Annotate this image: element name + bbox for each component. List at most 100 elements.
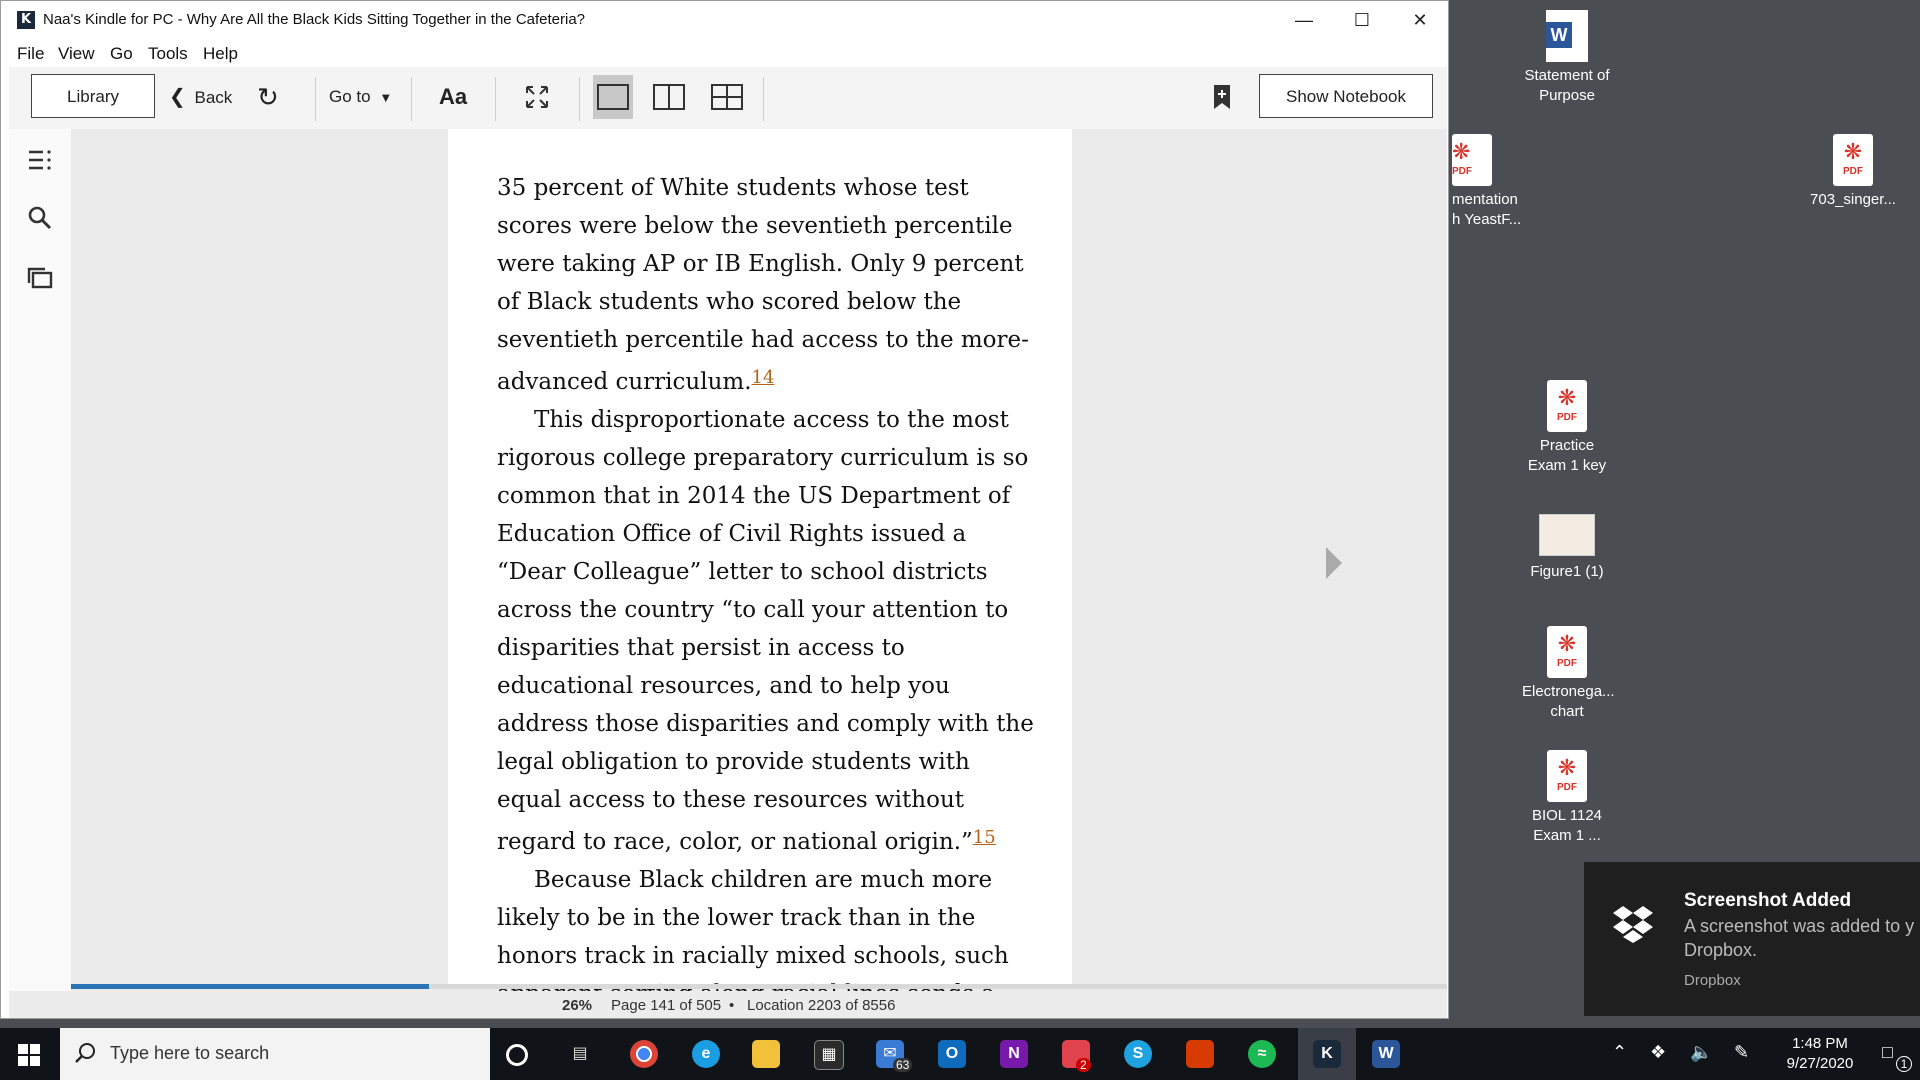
action-center-icon[interactable]: □ <box>1882 1042 1893 1063</box>
toolbar-divider <box>579 77 580 121</box>
skype-icon[interactable]: S <box>1124 1040 1152 1068</box>
image-thumbnail-icon <box>1539 514 1595 556</box>
desktop-icon-statement-of-purpose[interactable]: W Statement of Purpose <box>1522 10 1612 106</box>
table-of-contents-icon[interactable] <box>27 147 53 173</box>
close-button[interactable]: ✕ <box>1391 1 1448 39</box>
office-badge: 2 <box>1076 1058 1091 1072</box>
edge-icon[interactable]: e <box>692 1040 720 1068</box>
notification-body-2: Dropbox. <box>1684 940 1758 960</box>
search-icon <box>75 1043 95 1063</box>
sync-button[interactable]: ↻ <box>257 77 279 117</box>
desktop-icon-electronegativity[interactable]: ❋ PDF Electronega... chart <box>1522 626 1615 722</box>
percent-read: 26% <box>562 997 593 1014</box>
book-text: 35 percent of White students whose test … <box>497 169 1037 1018</box>
paragraph: 35 percent of White students whose test … <box>497 175 1029 395</box>
pdf-file-icon: ❋ PDF <box>1547 380 1587 432</box>
show-notebook-button[interactable]: Show Notebook <box>1259 74 1433 118</box>
word-icon[interactable]: W <box>1372 1040 1400 1068</box>
status-bar: 26% Page 141 of 505 • Location 2203 of 8… <box>9 991 1447 1018</box>
search-icon[interactable] <box>27 205 53 231</box>
window-title: Naa's Kindle for PC - Why Are All the Bl… <box>43 11 586 28</box>
toolbar-divider <box>411 77 412 121</box>
pdf-file-icon: ❋ PDF <box>1833 134 1873 186</box>
grid-view-button[interactable] <box>711 77 743 117</box>
two-page-button[interactable] <box>653 77 685 117</box>
menu-tools[interactable]: Tools <box>148 44 188 64</box>
chevron-left-icon: ❮ <box>169 86 186 108</box>
library-button[interactable]: Library <box>31 74 155 118</box>
dropbox-notification[interactable]: Screenshot Added A screenshot was added … <box>1584 862 1920 1016</box>
font-settings-button[interactable]: Aa <box>439 77 467 117</box>
toolbar-divider <box>495 77 496 121</box>
kindle-icon: K <box>1313 1040 1341 1068</box>
footnote-link[interactable]: 15 <box>973 827 996 848</box>
menu-file[interactable]: File <box>17 44 44 64</box>
menu-view[interactable]: View <box>58 44 95 64</box>
dropbox-tray-icon[interactable]: ❖ <box>1650 1042 1666 1063</box>
windows-start-icon[interactable] <box>18 1044 40 1066</box>
goto-label: Go to <box>329 87 371 106</box>
add-bookmark-button[interactable] <box>1213 77 1231 117</box>
pdf-file-icon: ❋ PDF <box>1547 750 1587 802</box>
title-bar: K Naa's Kindle for PC - Why Are All the … <box>1 1 1448 39</box>
volume-icon[interactable]: 🔈 <box>1690 1042 1712 1063</box>
taskbar: Type here to search ▤ e ▦ ✉ 63 O N 2 S ≈… <box>0 1028 1920 1080</box>
desktop-icon-practice-exam[interactable]: ❋ PDF Practice Exam 1 key <box>1522 380 1612 476</box>
desktop-icon-biol-exam[interactable]: ❋ PDF BIOL 1124 Exam 1 ... <box>1522 750 1612 846</box>
notification-source: Dropbox <box>1684 972 1741 989</box>
menu-go[interactable]: Go <box>110 44 133 64</box>
task-view-icon[interactable]: ▤ <box>566 1040 594 1068</box>
pen-icon[interactable]: ✎ <box>1734 1042 1749 1063</box>
spotify-icon[interactable]: ≈ <box>1248 1040 1276 1068</box>
book-page: 35 percent of White students whose test … <box>448 129 1072 1007</box>
sidebar <box>9 129 71 991</box>
flashcards-icon[interactable] <box>27 265 53 291</box>
desktop-icon-yeast-pdf[interactable]: ❋ PDF mentation h YeastF... <box>1452 134 1520 230</box>
kindle-taskbar-active[interactable]: K <box>1298 1028 1356 1080</box>
pdf-file-icon: ❋ PDF <box>1547 626 1587 678</box>
notification-title: Screenshot Added <box>1684 890 1852 911</box>
reading-progress-bar[interactable] <box>71 984 1447 989</box>
chrome-icon[interactable] <box>630 1040 658 1068</box>
status-separator: • <box>729 997 735 1014</box>
desktop-icon-703-singer[interactable]: ❋ PDF 703_singer... <box>1808 134 1898 210</box>
kindle-app-icon: K <box>17 11 35 29</box>
cortana-icon[interactable] <box>506 1044 528 1066</box>
dropbox-icon <box>1613 906 1653 943</box>
clock-date: 9/27/2020 <box>1786 1055 1854 1072</box>
maximize-button[interactable]: ☐ <box>1333 1 1391 39</box>
footnote-link[interactable]: 14 <box>752 367 775 388</box>
desktop-icon-figure1[interactable]: Figure1 (1) <box>1522 514 1612 582</box>
outlook-icon[interactable]: O <box>938 1040 966 1068</box>
bookmark-add-icon <box>1214 85 1230 109</box>
two-page-icon <box>653 84 685 110</box>
notification-body: A screenshot was added to y <box>1684 916 1915 936</box>
fullscreen-button[interactable] <box>525 77 549 117</box>
taskbar-search-box[interactable]: Type here to search <box>60 1028 490 1080</box>
word-document-icon: W <box>1546 10 1588 62</box>
office-icon[interactable] <box>1186 1040 1214 1068</box>
chevron-down-icon: ▼ <box>379 90 393 105</box>
reading-progress-fill <box>71 984 429 989</box>
show-hidden-icons-chevron-icon[interactable]: ⌃ <box>1612 1042 1627 1063</box>
sync-icon: ↻ <box>257 82 279 112</box>
file-explorer-icon[interactable] <box>752 1040 780 1068</box>
reading-area: 35 percent of White students whose test … <box>71 129 1447 1007</box>
back-button[interactable]: ❮ Back <box>169 77 232 117</box>
clock[interactable]: 1:48 PM 9/27/2020 <box>1770 1034 1870 1074</box>
single-page-icon <box>597 84 629 110</box>
menu-help[interactable]: Help <box>203 44 238 64</box>
search-placeholder: Type here to search <box>110 1043 270 1063</box>
paragraph: This disproportionate access to the most… <box>497 407 1034 855</box>
minimize-button[interactable]: — <box>1275 1 1333 39</box>
mail-unread-badge: 63 <box>893 1058 913 1072</box>
single-page-button[interactable] <box>593 75 633 119</box>
next-page-arrow-icon[interactable] <box>1326 547 1342 579</box>
clock-time: 1:48 PM <box>1792 1035 1848 1052</box>
fullscreen-icon <box>526 86 548 108</box>
grid-view-icon <box>711 84 743 110</box>
onenote-icon[interactable]: N <box>1000 1040 1028 1068</box>
microsoft-store-icon[interactable]: ▦ <box>814 1040 844 1070</box>
goto-button[interactable]: Go to ▼ <box>329 77 392 117</box>
toolbar-divider <box>763 77 764 121</box>
